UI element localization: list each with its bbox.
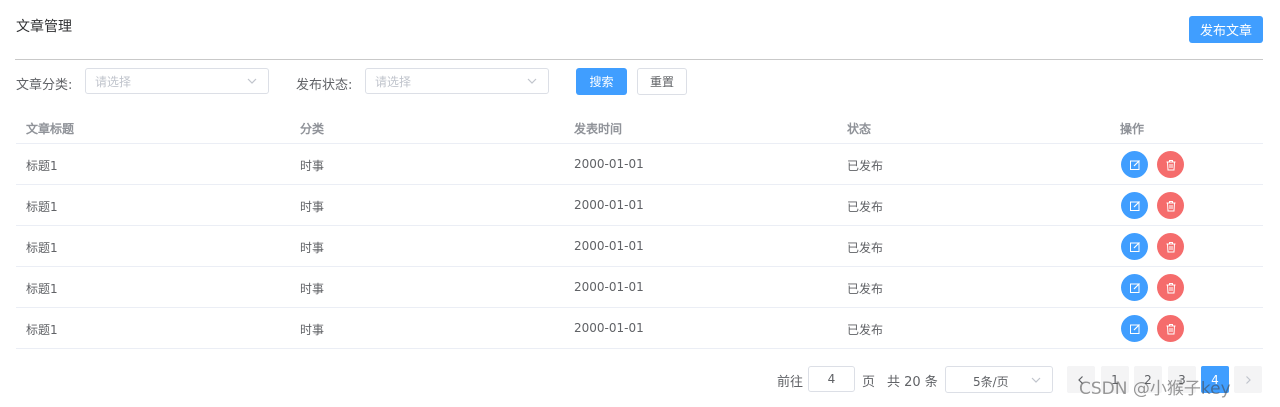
edit-button[interactable] <box>1121 233 1148 260</box>
page-unit-label: 页 <box>862 375 876 390</box>
row-status: 已发布 <box>847 200 884 214</box>
delete-button[interactable] <box>1157 233 1184 260</box>
divider <box>15 59 1263 60</box>
table-row: 标题1 时事 2000-01-01 已发布 <box>16 308 1263 349</box>
row-date: 2000-01-01 <box>574 239 644 253</box>
table-row: 标题1 时事 2000-01-01 已发布 <box>16 144 1263 185</box>
edit-button[interactable] <box>1121 151 1148 178</box>
row-category: 时事 <box>300 282 325 296</box>
reset-button[interactable]: 重置 <box>637 68 687 95</box>
prev-page-button[interactable] <box>1067 366 1095 393</box>
trash-icon <box>1166 323 1175 334</box>
header-date: 发表时间 <box>574 122 623 136</box>
total-count: 共 20 条 <box>887 375 938 390</box>
row-category: 时事 <box>300 200 325 214</box>
category-select[interactable]: 请选择 <box>85 68 269 94</box>
header-title: 文章标题 <box>26 122 75 136</box>
page-1-button[interactable]: 1 <box>1101 366 1129 393</box>
trash-icon <box>1166 200 1175 211</box>
edit-button[interactable] <box>1121 274 1148 301</box>
row-status: 已发布 <box>847 241 884 255</box>
page-size-select[interactable]: 5条/页 <box>945 366 1053 393</box>
goto-label: 前往 <box>777 375 804 390</box>
chevron-down-icon <box>1031 377 1041 383</box>
edit-icon <box>1129 241 1140 252</box>
trash-icon <box>1166 282 1175 293</box>
row-title: 标题1 <box>26 159 58 173</box>
publish-article-button[interactable]: 发布文章 <box>1189 16 1263 43</box>
header-category: 分类 <box>300 122 325 136</box>
chevron-right-icon <box>1246 375 1251 384</box>
delete-button[interactable] <box>1157 274 1184 301</box>
delete-button[interactable] <box>1157 192 1184 219</box>
row-title: 标题1 <box>26 282 58 296</box>
row-category: 时事 <box>300 323 325 337</box>
table-row: 标题1 时事 2000-01-01 已发布 <box>16 267 1263 308</box>
page-size-value: 5条/页 <box>973 375 1009 389</box>
category-filter-label: 文章分类: <box>16 78 73 93</box>
chevron-down-icon <box>247 78 257 84</box>
row-title: 标题1 <box>26 200 58 214</box>
table-row: 标题1 时事 2000-01-01 已发布 <box>16 226 1263 267</box>
edit-icon <box>1129 200 1140 211</box>
chevron-down-icon <box>527 78 537 84</box>
page-4-button[interactable]: 4 <box>1201 366 1229 393</box>
table-row: 标题1 时事 2000-01-01 已发布 <box>16 185 1263 226</box>
row-status: 已发布 <box>847 323 884 337</box>
delete-button[interactable] <box>1157 315 1184 342</box>
row-date: 2000-01-01 <box>574 321 644 335</box>
chevron-left-icon <box>1078 375 1083 384</box>
trash-icon <box>1166 159 1175 170</box>
row-date: 2000-01-01 <box>574 157 644 171</box>
header-status: 状态 <box>847 122 872 136</box>
row-category: 时事 <box>300 241 325 255</box>
row-date: 2000-01-01 <box>574 198 644 212</box>
row-title: 标题1 <box>26 323 58 337</box>
edit-icon <box>1129 282 1140 293</box>
delete-button[interactable] <box>1157 151 1184 178</box>
goto-page-input[interactable]: 4 <box>808 366 855 392</box>
category-select-placeholder: 请选择 <box>95 74 132 89</box>
header-actions: 操作 <box>1120 122 1145 136</box>
row-status: 已发布 <box>847 282 884 296</box>
next-page-button[interactable] <box>1234 366 1262 393</box>
row-status: 已发布 <box>847 159 884 173</box>
row-date: 2000-01-01 <box>574 280 644 294</box>
row-title: 标题1 <box>26 241 58 255</box>
page-2-button[interactable]: 2 <box>1134 366 1162 393</box>
status-select[interactable]: 请选择 <box>365 68 549 94</box>
status-select-placeholder: 请选择 <box>375 74 412 89</box>
search-button[interactable]: 搜索 <box>576 68 627 95</box>
edit-icon <box>1129 323 1140 334</box>
trash-icon <box>1166 241 1175 252</box>
edit-button[interactable] <box>1121 315 1148 342</box>
edit-icon <box>1129 159 1140 170</box>
page-title: 文章管理 <box>16 19 72 35</box>
row-category: 时事 <box>300 159 325 173</box>
page-3-button[interactable]: 3 <box>1168 366 1196 393</box>
status-filter-label: 发布状态: <box>296 78 353 93</box>
table-header: 文章标题 分类 发表时间 状态 操作 <box>16 112 1263 144</box>
edit-button[interactable] <box>1121 192 1148 219</box>
